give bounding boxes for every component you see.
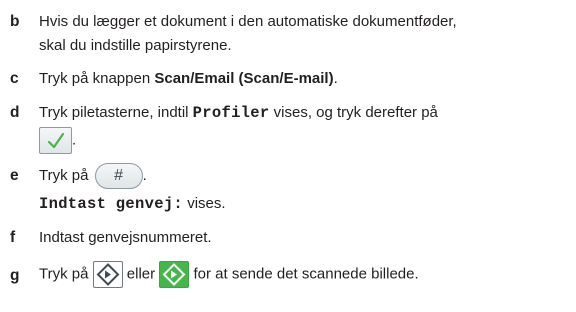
- step-text-prefix: Tryk på: [39, 166, 93, 184]
- step-text-suffix: for at sende det scannede billede.: [189, 265, 419, 283]
- step-text: skal du indstille papirstyrene.: [39, 37, 232, 54]
- step-text: .: [39, 127, 76, 154]
- checkmark-icon: [47, 132, 65, 149]
- step-text-suffix: .: [333, 70, 338, 87]
- step-text-prefix: Tryk på knappen: [39, 70, 155, 87]
- step-text: Tryk på eller for at sende det scannede …: [39, 261, 419, 288]
- start-diamond-green-icon: [162, 263, 186, 286]
- step-text-suffix: vises.: [183, 195, 226, 212]
- indtast-genvej-display-text: Indtast genvej:: [39, 195, 184, 213]
- step-text: Hvis du lægger et dokument i den automat…: [39, 13, 457, 30]
- step-text: Tryk på knappen Scan/Email (Scan/E-mail)…: [39, 68, 338, 90]
- step-text: Indtast genvej: vises.: [39, 193, 226, 215]
- step-letter: d: [10, 104, 20, 121]
- step-text: Tryk piletasterne, indtil Profiler vises…: [39, 102, 438, 124]
- step-text-suffix: vises, og tryk derefter på: [269, 104, 438, 121]
- step-text-prefix: Tryk på: [39, 265, 93, 283]
- scan-email-button-name: Scan/Email (Scan/E-mail): [154, 70, 334, 87]
- step-text-prefix: Tryk piletasterne, indtil: [39, 104, 193, 121]
- step-text-suffix: .: [142, 166, 147, 184]
- step-text: Tryk på #.: [39, 163, 147, 189]
- step-letter: f: [10, 229, 16, 246]
- start-button: [92, 261, 123, 288]
- step-letter: c: [10, 70, 19, 87]
- step-text-middle: eller: [122, 265, 160, 283]
- step-letter: e: [10, 167, 19, 184]
- start-button-green: [159, 261, 190, 288]
- hash-key-icon: #: [114, 167, 124, 184]
- step-letter: b: [10, 13, 20, 30]
- step-text: Indtast genvejsnummeret.: [39, 229, 212, 246]
- select-button: [39, 127, 72, 154]
- start-diamond-icon: [96, 263, 120, 286]
- step-letter: g: [10, 267, 20, 284]
- step-text-suffix: .: [72, 131, 77, 149]
- hash-key-button: #: [94, 163, 143, 189]
- profiler-display-text: Profiler: [192, 104, 270, 122]
